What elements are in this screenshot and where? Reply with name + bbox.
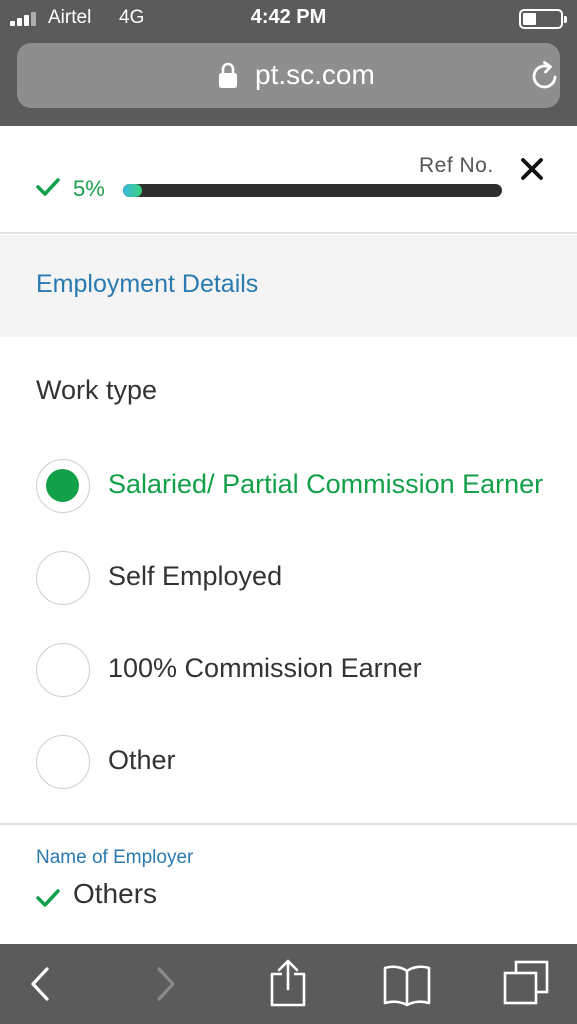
url-text[interactable]: pt.sc.com xyxy=(255,59,375,91)
browser-toolbar xyxy=(0,944,577,1024)
reload-icon[interactable] xyxy=(529,60,561,92)
radio-button[interactable] xyxy=(36,459,90,513)
radio-label[interactable]: 100% Commission Earner xyxy=(108,653,422,684)
divider xyxy=(0,823,577,825)
radio-option-salaried[interactable]: Salaried/ Partial Commission Earner xyxy=(36,459,566,515)
progress-percent: 5% xyxy=(73,176,105,201)
status-bar: Airtel 4G 4:42 PM xyxy=(0,0,577,38)
section-header: Employment Details xyxy=(0,235,577,337)
radio-option-commission-earner[interactable]: 100% Commission Earner xyxy=(36,643,566,699)
radio-label[interactable]: Other xyxy=(108,745,176,776)
radio-selected-dot xyxy=(46,469,79,502)
section-title: Employment Details xyxy=(36,270,259,298)
lock-icon xyxy=(219,62,237,88)
employer-value[interactable]: Others xyxy=(73,878,157,910)
work-type-label: Work type xyxy=(36,375,158,405)
radio-label[interactable]: Self Employed xyxy=(108,561,282,592)
battery-icon xyxy=(519,9,567,29)
radio-button[interactable] xyxy=(36,551,90,605)
check-icon xyxy=(36,178,60,196)
share-icon[interactable] xyxy=(268,958,308,1008)
check-icon xyxy=(36,889,60,907)
progress-bar xyxy=(123,184,502,197)
radio-button[interactable] xyxy=(36,643,90,697)
browser-chrome: Airtel 4G 4:42 PM pt.sc.com xyxy=(0,0,577,126)
status-time: 4:42 PM xyxy=(250,6,327,28)
employer-label: Name of Employer xyxy=(36,847,194,868)
ref-number-label: Ref No. xyxy=(419,154,494,177)
bookmarks-icon[interactable] xyxy=(383,963,431,1007)
back-icon[interactable] xyxy=(28,962,52,1006)
progress-bar-fill xyxy=(123,184,142,197)
radio-label[interactable]: Salaried/ Partial Commission Earner xyxy=(108,469,543,500)
address-bar[interactable]: pt.sc.com xyxy=(17,43,560,108)
progress-section: 5% Ref No. xyxy=(0,126,577,234)
radio-option-other[interactable]: Other xyxy=(36,735,566,791)
tabs-icon[interactable] xyxy=(502,960,550,1006)
radio-option-self-employed[interactable]: Self Employed xyxy=(36,551,566,607)
forward-icon[interactable] xyxy=(154,962,178,1006)
close-icon[interactable] xyxy=(520,157,544,181)
radio-button[interactable] xyxy=(36,735,90,789)
